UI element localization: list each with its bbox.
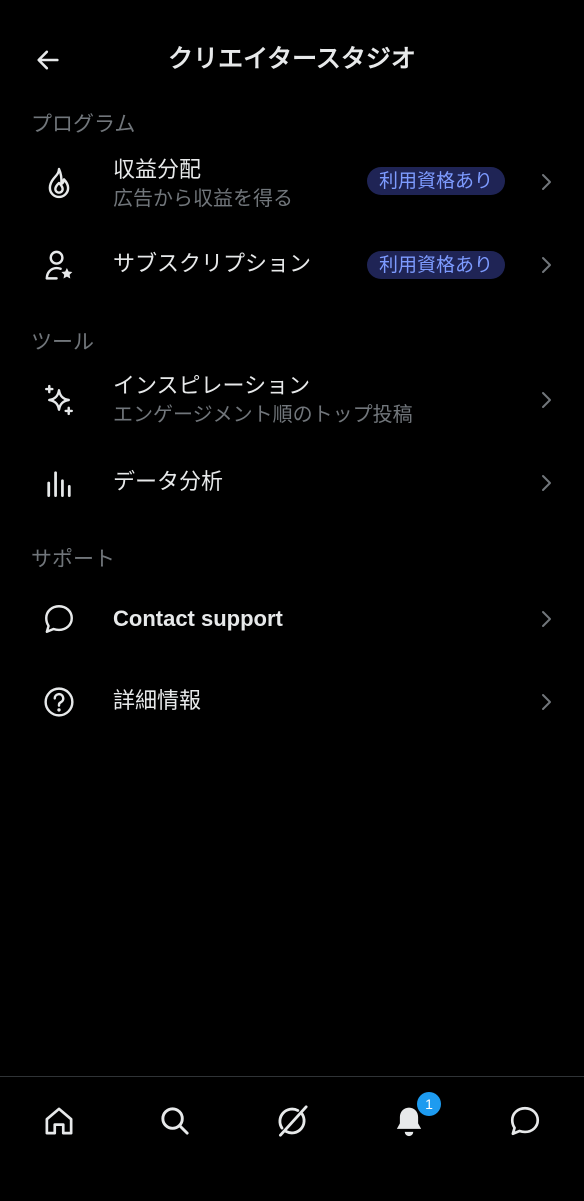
analytics-text: データ分析 [113, 469, 223, 497]
analytics-label: データ分析 [113, 470, 224, 495]
contact-support-label: Contact support [113, 606, 283, 631]
chevron-right-icon [536, 253, 556, 277]
grok-icon [278, 1105, 308, 1137]
notification-count-badge: 1 [417, 1092, 441, 1116]
revenue-label: 収益分配 [113, 158, 202, 183]
analytics-row[interactable]: データ分析 [0, 450, 584, 516]
search-icon [161, 1107, 189, 1135]
messages-icon [510, 1106, 540, 1136]
chevron-right-icon [536, 471, 556, 495]
inspiration-sublabel: エンゲージメント順のトップ投稿 [113, 402, 413, 426]
nav-search[interactable] [145, 1091, 205, 1151]
flame-icon [40, 164, 78, 202]
chevron-right-icon [536, 388, 556, 412]
nav-home[interactable] [29, 1091, 89, 1151]
revenue-sharing-row[interactable]: 収益分配 広告から収益を得る 利用資格あり [0, 145, 584, 223]
inspiration-row[interactable]: インスピレーション エンゲージメント順のトップ投稿 [0, 362, 584, 440]
nav-messages[interactable] [495, 1091, 555, 1151]
bottom-nav: 1 [0, 1076, 584, 1201]
section-header-tools: ツール [31, 330, 94, 354]
subscription-label: サブスクリプション [113, 252, 312, 277]
inspiration-text: インスピレーション エンゲージメント順のトップ投稿 [113, 373, 413, 427]
nav-grok[interactable] [262, 1091, 322, 1151]
home-icon [45, 1107, 73, 1135]
contact-support-text: Contact support [113, 605, 283, 633]
eligible-badge: 利用資格あり [367, 251, 506, 279]
more-info-label: 詳細情報 [113, 689, 202, 714]
subscription-text: サブスクリプション [113, 251, 311, 279]
revenue-sublabel: 広告から収益を得る [113, 186, 293, 210]
sparkle-icon [40, 381, 78, 419]
chevron-right-icon [536, 170, 556, 194]
chat-bubble-icon [40, 600, 78, 638]
chevron-right-icon [536, 690, 556, 714]
contact-support-row[interactable]: Contact support [0, 585, 584, 653]
question-circle-icon [40, 683, 78, 721]
inspiration-label: インスピレーション [113, 374, 311, 399]
header: クリエイタースタジオ [0, 0, 584, 118]
section-header-program: プログラム [31, 112, 136, 136]
subscription-row[interactable]: サブスクリプション 利用資格あり [0, 232, 584, 298]
page-title: クリエイタースタジオ [168, 44, 416, 73]
bar-chart-icon [40, 464, 78, 502]
chevron-right-icon [536, 607, 556, 631]
more-info-row[interactable]: 詳細情報 [0, 668, 584, 736]
person-star-icon [40, 246, 78, 284]
section-header-support: サポート [31, 547, 115, 571]
revenue-text: 収益分配 広告から収益を得る [113, 157, 293, 211]
eligible-badge: 利用資格あり [367, 167, 506, 195]
more-info-text: 詳細情報 [113, 688, 201, 716]
